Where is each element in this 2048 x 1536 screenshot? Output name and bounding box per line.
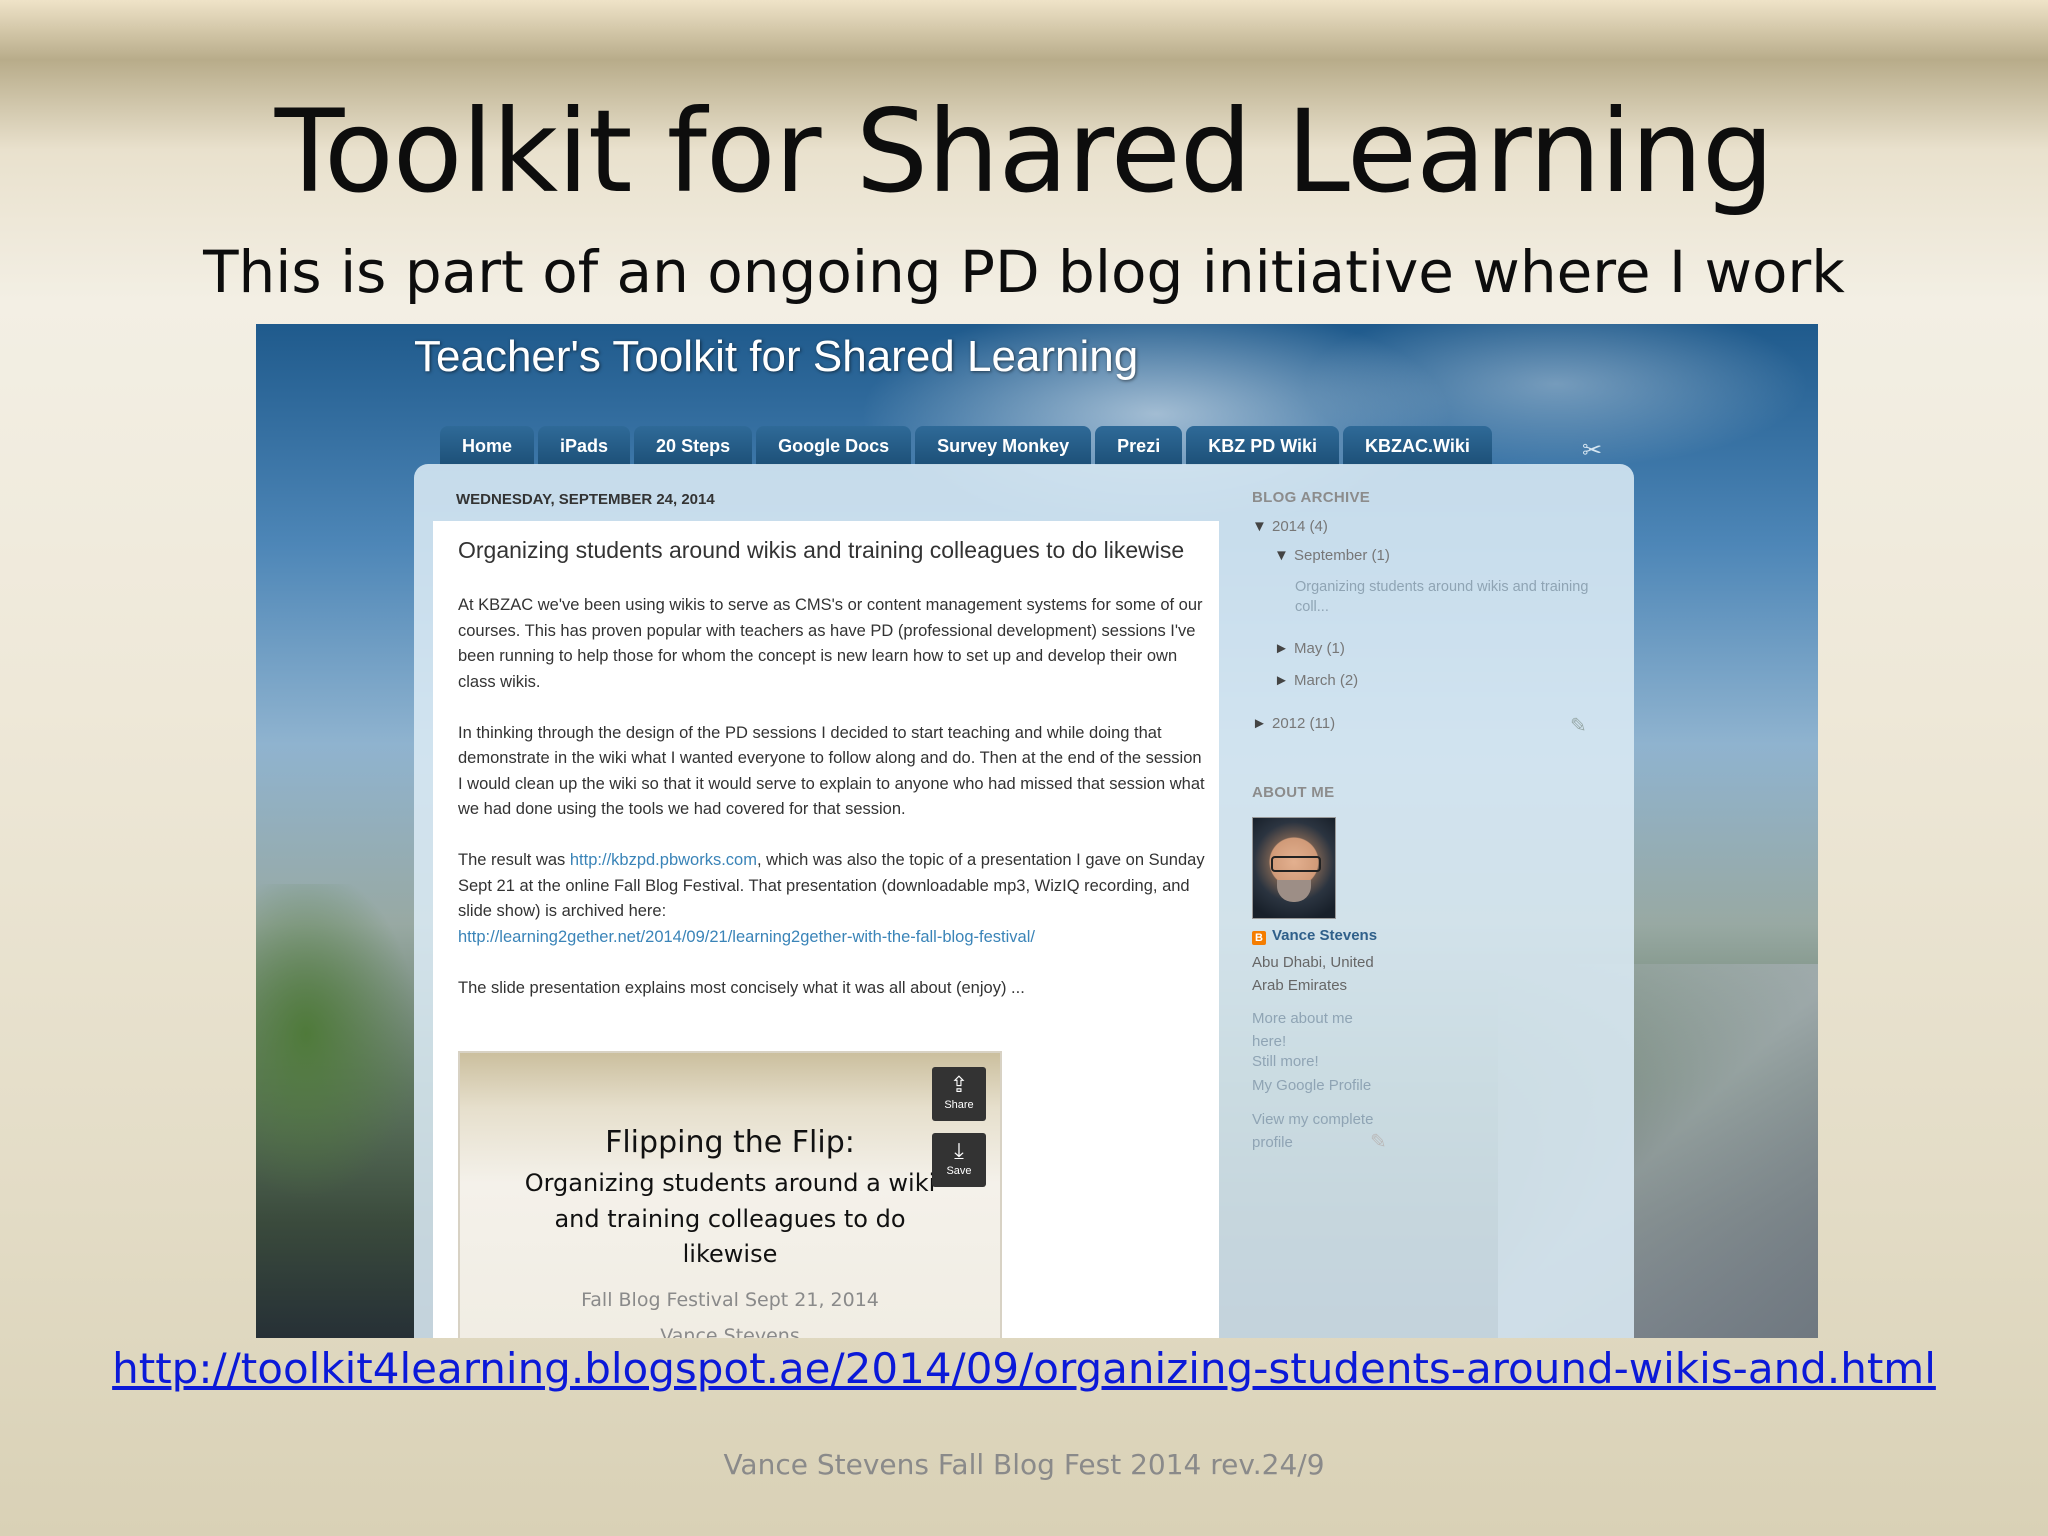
- embed-event: Fall Blog Festival Sept 21, 2014: [581, 1289, 879, 1311]
- embed-subtitle-line: and training colleagues to do: [554, 1205, 906, 1233]
- archive-label: May (1): [1294, 640, 1345, 657]
- avatar-glasses: [1271, 856, 1321, 872]
- profile-name-label: Vance Stevens: [1272, 927, 1378, 944]
- collapsed-triangle-icon: ►: [1274, 640, 1289, 657]
- profile-location: Abu Dhabi, United Arab Emirates: [1252, 954, 1374, 994]
- archive-heading: BLOG ARCHIVE: [1252, 489, 1371, 506]
- avatar[interactable]: [1252, 817, 1336, 919]
- tab-survey-monkey[interactable]: Survey Monkey: [915, 426, 1092, 465]
- slide-subtitle: This is part of an ongoing PD blog initi…: [203, 238, 1845, 306]
- edit-gadget-icon[interactable]: ✎: [1370, 1129, 1387, 1154]
- post-body: At KBZAC we've been using wikis to serve…: [458, 593, 1208, 1027]
- archive-year-2014[interactable]: ▼ 2014 (4): [1252, 518, 1328, 535]
- download-icon: ⤓: [954, 1138, 964, 1163]
- tab-home[interactable]: Home: [440, 426, 535, 465]
- blog-title[interactable]: Teacher's Toolkit for Shared Learning: [414, 332, 1138, 382]
- post-title[interactable]: Organizing students around wikis and tra…: [458, 537, 1184, 564]
- archive-year-2012[interactable]: ► 2012 (11): [1252, 715, 1335, 732]
- archive-label: 2014 (4): [1272, 518, 1328, 535]
- archive-post-link[interactable]: Organizing students around wikis and tra…: [1295, 577, 1590, 617]
- avatar-beard: [1277, 880, 1311, 902]
- tab-ipads[interactable]: iPads: [538, 426, 631, 465]
- blog-post-url-link[interactable]: http://toolkit4learning.blogspot.ae/2014…: [0, 1344, 2048, 1393]
- save-button[interactable]: ⤓ Save: [932, 1133, 986, 1187]
- profile-name[interactable]: B Vance Stevens: [1252, 927, 1377, 945]
- post-paragraph: The result was http://kbzpd.pbworks.com,…: [458, 848, 1208, 950]
- tab-google-docs[interactable]: Google Docs: [756, 426, 912, 465]
- embed-title: Flipping the Flip:: [605, 1125, 855, 1160]
- edit-gadget-icon[interactable]: ✎: [1570, 713, 1587, 738]
- background-trees: [256, 884, 416, 1338]
- tab-prezi[interactable]: Prezi: [1095, 426, 1183, 465]
- edit-tools-icon[interactable]: ✂: [1582, 436, 1602, 465]
- about-me-heading: ABOUT ME: [1252, 784, 1335, 801]
- archive-month-march[interactable]: ► March (2): [1274, 672, 1358, 689]
- embed-subtitle-line: Organizing students around a wiki: [524, 1169, 936, 1197]
- embed-author: Vance Stevens: [660, 1325, 800, 1338]
- blog-post: Organizing students around wikis and tra…: [433, 521, 1219, 1338]
- archive-label: 2012 (11): [1272, 715, 1336, 732]
- share-icon: ⇪: [949, 1072, 969, 1097]
- archive-month-may[interactable]: ► May (1): [1274, 640, 1345, 657]
- learning2gether-link[interactable]: http://learning2gether.net/2014/09/21/le…: [458, 928, 1035, 946]
- archive-month-september[interactable]: ▼ September (1): [1274, 547, 1390, 564]
- archive-label: March (2): [1294, 672, 1359, 689]
- more-about-me-link[interactable]: More about me here!: [1252, 1007, 1372, 1053]
- still-more-link[interactable]: Still more!: [1252, 1053, 1319, 1070]
- post-paragraph: The slide presentation explains most con…: [458, 978, 1025, 997]
- archive-label: September (1): [1294, 547, 1390, 564]
- embedded-slideshow[interactable]: Flipping the Flip: Organizing students a…: [458, 1051, 1002, 1338]
- google-profile-link[interactable]: My Google Profile: [1252, 1077, 1371, 1094]
- post-text-fragment: The result was: [458, 851, 570, 869]
- post-date-header: WEDNESDAY, SEPTEMBER 24, 2014: [456, 491, 715, 508]
- slide-footer: Vance Stevens Fall Blog Fest 2014 rev.24…: [723, 1448, 1325, 1481]
- share-label: Share: [944, 1099, 974, 1111]
- tab-kbz-pd-wiki[interactable]: KBZ PD Wiki: [1186, 426, 1340, 465]
- post-paragraph: At KBZAC we've been using wikis to serve…: [458, 596, 1203, 691]
- expanded-triangle-icon: ▼: [1252, 518, 1267, 535]
- tab-kbzac-wiki[interactable]: KBZAC.Wiki: [1343, 426, 1492, 465]
- collapsed-triangle-icon: ►: [1252, 715, 1267, 732]
- embed-subtitle-line: likewise: [682, 1240, 778, 1268]
- blog-nav-tabs: Home iPads 20 Steps Google Docs Survey M…: [440, 426, 1492, 465]
- tab-20-steps[interactable]: 20 Steps: [634, 426, 753, 465]
- blog-screenshot: Teacher's Toolkit for Shared Learning Ho…: [256, 324, 1818, 1338]
- slide-title: Toolkit for Shared Learning: [274, 85, 1775, 218]
- share-button[interactable]: ⇪ Share: [932, 1067, 986, 1121]
- post-paragraph: In thinking through the design of the PD…: [458, 723, 1205, 819]
- save-label: Save: [946, 1165, 972, 1177]
- kbzpd-link[interactable]: http://kbzpd.pbworks.com: [570, 851, 757, 869]
- collapsed-triangle-icon: ►: [1274, 672, 1289, 689]
- blogger-icon: B: [1252, 931, 1266, 945]
- expanded-triangle-icon: ▼: [1274, 547, 1289, 564]
